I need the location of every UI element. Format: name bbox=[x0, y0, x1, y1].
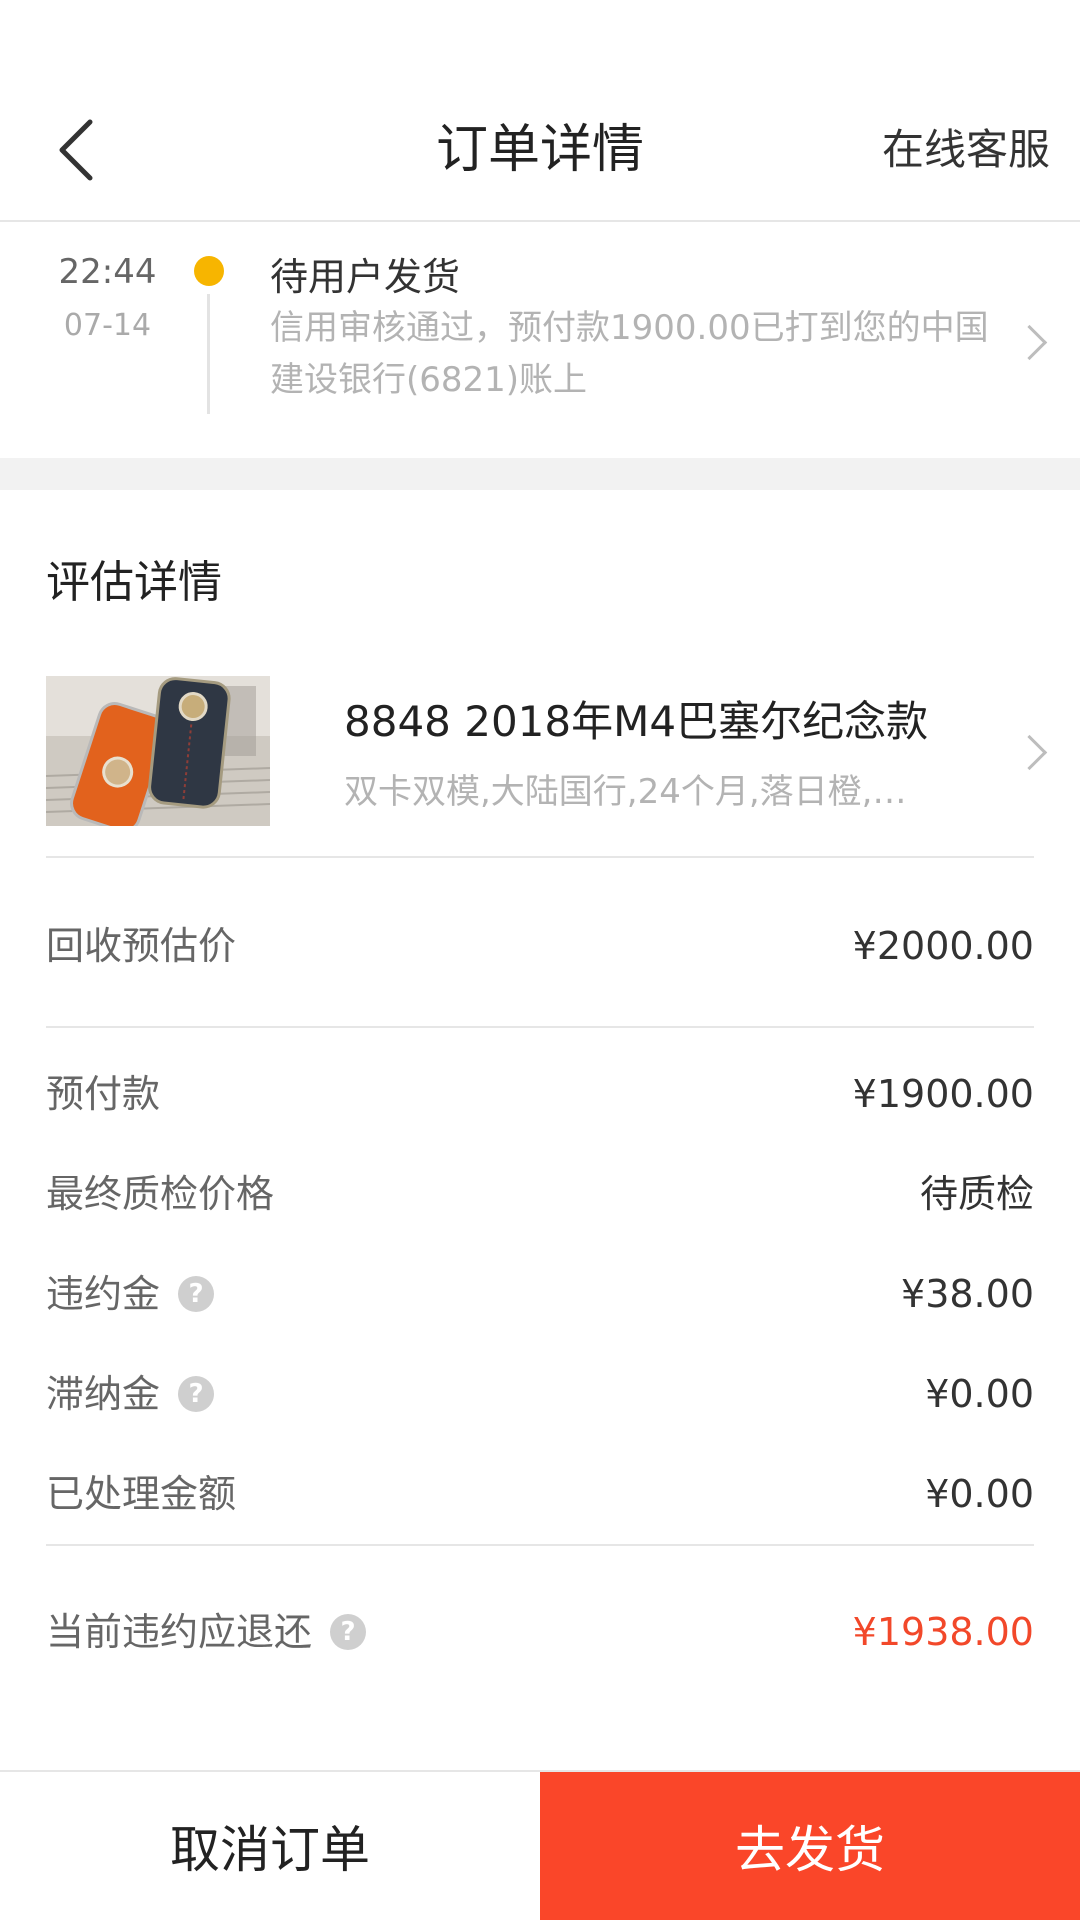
price-label: 已处理金额 bbox=[46, 1472, 237, 1516]
price-value: ¥1900.00 bbox=[852, 1072, 1034, 1116]
product-item[interactable]: 8848 2018年M4巴塞尔纪念款 双卡双模,大陆国行,24个月,落日橙,… bbox=[0, 676, 1080, 906]
price-label: 最终质检价格 bbox=[46, 1172, 275, 1216]
price-label: 预付款 bbox=[46, 1072, 161, 1116]
price-label: 当前违约应退还 bbox=[46, 1610, 313, 1654]
help-icon[interactable]: ? bbox=[178, 1376, 215, 1412]
price-row-final-check: 最终质检价格 待质检 bbox=[0, 1144, 1080, 1244]
help-icon[interactable]: ? bbox=[330, 1614, 367, 1650]
price-value: 待质检 bbox=[919, 1172, 1034, 1216]
timeline-dot-icon bbox=[194, 256, 224, 286]
price-row-refund: 当前违约应退还 ? ¥1938.00 bbox=[0, 1582, 1080, 1682]
status-title: 待用户发货 bbox=[270, 255, 461, 299]
order-status-item[interactable]: 22:44 07-14 待用户发货 信用审核通过，预付款1900.00已打到您的… bbox=[0, 222, 1080, 458]
section-separator bbox=[0, 458, 1080, 490]
price-row-penalty: 违约金 ? ¥38.00 bbox=[0, 1244, 1080, 1344]
price-row-late-fee: 滞纳金 ? ¥0.00 bbox=[0, 1344, 1080, 1444]
bottom-action-bar: 取消订单 去发货 bbox=[0, 1770, 1080, 1920]
price-label-wrap: 滞纳金 ? bbox=[46, 1344, 215, 1444]
divider bbox=[46, 1026, 1034, 1028]
price-value: ¥0.00 bbox=[925, 1372, 1034, 1416]
order-detail-page: 订单详情 在线客服 22:44 07-14 待用户发货 信用审核通过，预付款19… bbox=[0, 0, 1080, 1920]
price-row-processed: 已处理金额 ¥0.00 bbox=[0, 1444, 1080, 1544]
customer-service-button[interactable]: 在线客服 bbox=[882, 80, 1050, 220]
price-row-estimate: 回收预估价 ¥2000.00 bbox=[0, 896, 1080, 996]
status-time: 22:44 bbox=[58, 252, 157, 292]
status-bar bbox=[0, 0, 1080, 80]
product-spec: 双卡双模,大陆国行,24个月,落日橙,… bbox=[344, 772, 907, 812]
header: 订单详情 在线客服 bbox=[0, 80, 1080, 222]
price-value: ¥0.00 bbox=[925, 1472, 1034, 1516]
divider bbox=[46, 1544, 1034, 1546]
price-label-wrap: 违约金 ? bbox=[46, 1244, 215, 1344]
timeline-line bbox=[207, 294, 210, 414]
price-value: ¥2000.00 bbox=[852, 924, 1034, 968]
price-label-wrap: 当前违约应退还 ? bbox=[46, 1582, 367, 1682]
chevron-right-icon bbox=[1011, 734, 1048, 771]
price-label: 滞纳金 bbox=[46, 1372, 161, 1416]
status-date: 07-14 bbox=[63, 308, 152, 343]
chevron-right-icon bbox=[1011, 324, 1048, 361]
help-icon[interactable]: ? bbox=[178, 1276, 215, 1312]
price-value: ¥38.00 bbox=[901, 1272, 1034, 1316]
status-description: 信用审核通过，预付款1900.00已打到您的中国建设银行(6821)账上 bbox=[270, 308, 989, 400]
evaluation-section-title: 评估详情 bbox=[46, 557, 222, 608]
price-label: 违约金 bbox=[46, 1272, 161, 1316]
product-name: 8848 2018年M4巴塞尔纪念款 bbox=[344, 697, 929, 746]
price-row-prepaid: 预付款 ¥1900.00 bbox=[0, 1044, 1080, 1144]
product-image bbox=[46, 676, 270, 826]
ship-button[interactable]: 去发货 bbox=[540, 1772, 1080, 1920]
price-label: 回收预估价 bbox=[46, 924, 237, 968]
refund-value: ¥1938.00 bbox=[852, 1610, 1034, 1654]
cancel-order-button[interactable]: 取消订单 bbox=[0, 1772, 540, 1920]
